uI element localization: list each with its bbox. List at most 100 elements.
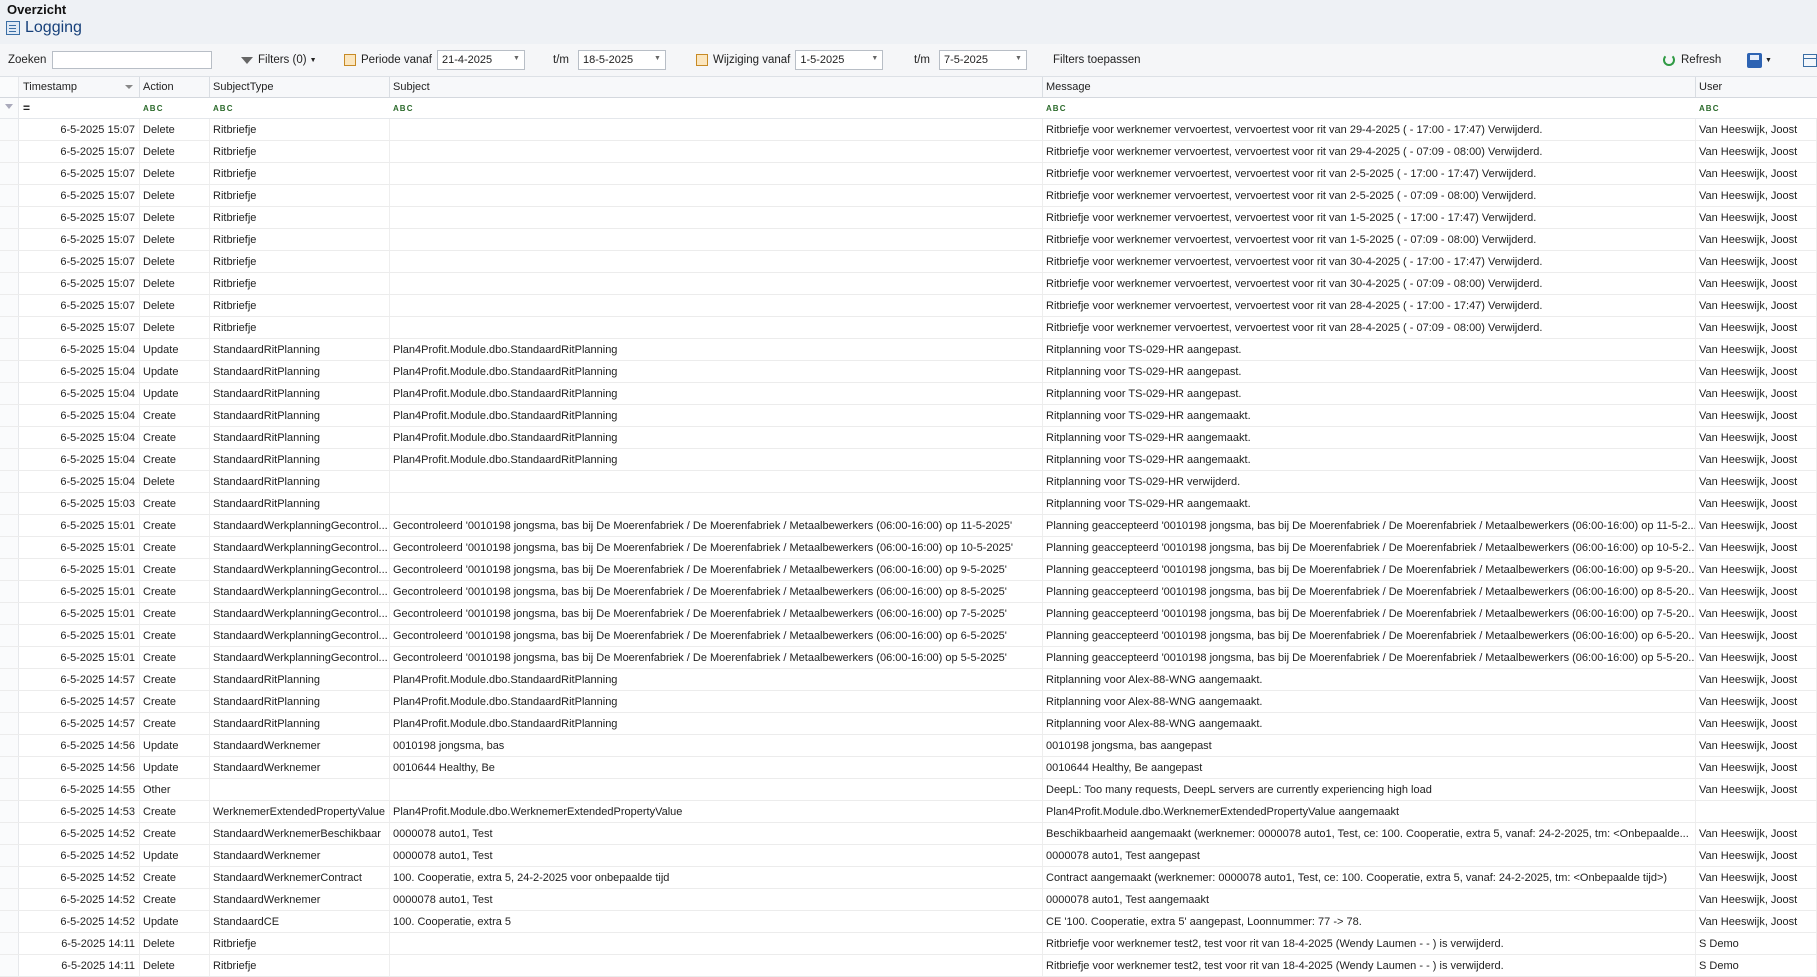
- row-indicator[interactable]: [0, 449, 19, 470]
- cell-action[interactable]: Update: [140, 361, 210, 382]
- cell-user[interactable]: Van Heeswijk, Joost: [1696, 405, 1817, 426]
- cell-subject[interactable]: [390, 185, 1043, 206]
- filter-cell-subjecttype[interactable]: A B C: [210, 98, 390, 118]
- row-indicator[interactable]: [0, 383, 19, 404]
- cell-timestamp[interactable]: 6-5-2025 14:56: [20, 757, 140, 778]
- cell-user[interactable]: Van Heeswijk, Joost: [1696, 691, 1817, 712]
- cell-action[interactable]: Create: [140, 889, 210, 910]
- cell-timestamp[interactable]: 6-5-2025 15:07: [20, 295, 140, 316]
- cell-timestamp[interactable]: 6-5-2025 15:04: [20, 361, 140, 382]
- column-header-timestamp[interactable]: Timestamp: [20, 77, 140, 97]
- row-indicator[interactable]: [0, 251, 19, 272]
- cell-action[interactable]: Update: [140, 845, 210, 866]
- cell-message[interactable]: 0000078 auto1, Test aangepast: [1043, 845, 1696, 866]
- cell-user[interactable]: Van Heeswijk, Joost: [1696, 251, 1817, 272]
- cell-action[interactable]: Delete: [140, 119, 210, 140]
- cell-user[interactable]: Van Heeswijk, Joost: [1696, 757, 1817, 778]
- cell-action[interactable]: Delete: [140, 229, 210, 250]
- cell-user[interactable]: Van Heeswijk, Joost: [1696, 471, 1817, 492]
- cell-action[interactable]: Create: [140, 493, 210, 514]
- table-row[interactable]: 6-5-2025 15:01 Create StandaardWerkplannin…: [0, 625, 1817, 647]
- cell-timestamp[interactable]: 6-5-2025 15:07: [20, 207, 140, 228]
- cell-message[interactable]: 0010644 Healthy, Be aangepast: [1043, 757, 1696, 778]
- cell-subjecttype[interactable]: Ritbriefje: [210, 141, 390, 162]
- cell-subject[interactable]: Gecontroleerd '0010198 jongsma, bas bij …: [390, 625, 1043, 646]
- row-indicator[interactable]: [0, 537, 19, 558]
- cell-timestamp[interactable]: 6-5-2025 15:04: [20, 339, 140, 360]
- cell-user[interactable]: Van Heeswijk, Joost: [1696, 537, 1817, 558]
- row-indicator[interactable]: [0, 339, 19, 360]
- cell-message[interactable]: Ritbriefje voor werknemer test2, test vo…: [1043, 955, 1696, 976]
- cell-subjecttype[interactable]: Ritbriefje: [210, 207, 390, 228]
- cell-subjecttype[interactable]: Ritbriefje: [210, 163, 390, 184]
- table-row[interactable]: 6-5-2025 14:55 Other DeepL: Too many reque…: [0, 779, 1817, 801]
- cell-subject[interactable]: 0010198 jongsma, bas: [390, 735, 1043, 756]
- cell-action[interactable]: Create: [140, 449, 210, 470]
- cell-user[interactable]: Van Heeswijk, Joost: [1696, 317, 1817, 338]
- column-chooser-button[interactable]: [1803, 44, 1817, 76]
- cell-user[interactable]: Van Heeswijk, Joost: [1696, 581, 1817, 602]
- cell-action[interactable]: Update: [140, 735, 210, 756]
- cell-subject[interactable]: 0000078 auto1, Test: [390, 889, 1043, 910]
- table-row[interactable]: 6-5-2025 14:52 Create StandaardWerknemer 00…: [0, 889, 1817, 911]
- cell-subject[interactable]: Gecontroleerd '0010198 jongsma, bas bij …: [390, 537, 1043, 558]
- save-menu-button[interactable]: ▼: [1747, 44, 1772, 76]
- cell-user[interactable]: Van Heeswijk, Joost: [1696, 779, 1817, 800]
- table-row[interactable]: 6-5-2025 14:52 Update StandaardCE 100. Coop…: [0, 911, 1817, 933]
- cell-message[interactable]: Planning geaccepteerd '0010198 jongsma, …: [1043, 559, 1696, 580]
- cell-subject[interactable]: [390, 273, 1043, 294]
- cell-message[interactable]: Ritbriefje voor werknemer vervoertest, v…: [1043, 251, 1696, 272]
- cell-action[interactable]: Delete: [140, 273, 210, 294]
- filter-cell-user[interactable]: A B C: [1696, 98, 1817, 118]
- cell-action[interactable]: Update: [140, 339, 210, 360]
- cell-user[interactable]: Van Heeswijk, Joost: [1696, 625, 1817, 646]
- cell-timestamp[interactable]: 6-5-2025 15:01: [20, 581, 140, 602]
- cell-subjecttype[interactable]: StandaardRitPlanning: [210, 471, 390, 492]
- cell-subject[interactable]: Plan4Profit.Module.dbo.StandaardRitPlann…: [390, 449, 1043, 470]
- table-row[interactable]: 6-5-2025 15:07 Delete Ritbriefje Ritbriefje…: [0, 163, 1817, 185]
- cell-user[interactable]: Van Heeswijk, Joost: [1696, 823, 1817, 844]
- cell-user[interactable]: Van Heeswijk, Joost: [1696, 383, 1817, 404]
- row-indicator[interactable]: [0, 295, 19, 316]
- row-indicator[interactable]: [0, 185, 19, 206]
- cell-subjecttype[interactable]: StandaardWerknemer: [210, 889, 390, 910]
- cell-action[interactable]: Create: [140, 801, 210, 822]
- cell-timestamp[interactable]: 6-5-2025 14:52: [20, 911, 140, 932]
- row-indicator[interactable]: [0, 757, 19, 778]
- cell-action[interactable]: Delete: [140, 955, 210, 976]
- cell-message[interactable]: Ritbriefje voor werknemer vervoertest, v…: [1043, 119, 1696, 140]
- cell-subjecttype[interactable]: StandaardWerknemer: [210, 845, 390, 866]
- row-indicator[interactable]: [0, 801, 19, 822]
- table-row[interactable]: 6-5-2025 14:52 Create StandaardWerknemerBe…: [0, 823, 1817, 845]
- cell-message[interactable]: Ritplanning voor TS-029-HR verwijderd.: [1043, 471, 1696, 492]
- cell-user[interactable]: Van Heeswijk, Joost: [1696, 603, 1817, 624]
- row-indicator[interactable]: [0, 933, 19, 954]
- cell-subjecttype[interactable]: StandaardWerkplanningGecontrol...: [210, 603, 390, 624]
- cell-message[interactable]: Ritbriefje voor werknemer vervoertest, v…: [1043, 163, 1696, 184]
- table-row[interactable]: 6-5-2025 15:04 Create StandaardRitPlanning…: [0, 405, 1817, 427]
- cell-subjecttype[interactable]: Ritbriefje: [210, 185, 390, 206]
- cell-message[interactable]: Planning geaccepteerd '0010198 jongsma, …: [1043, 647, 1696, 668]
- cell-subject[interactable]: Plan4Profit.Module.dbo.StandaardRitPlann…: [390, 339, 1043, 360]
- cell-subject[interactable]: Plan4Profit.Module.dbo.StandaardRitPlann…: [390, 427, 1043, 448]
- wijziging-from-field[interactable]: 1-5-2025 ▼: [795, 50, 884, 70]
- cell-subjecttype[interactable]: StandaardRitPlanning: [210, 713, 390, 734]
- cell-subject[interactable]: [390, 141, 1043, 162]
- row-indicator[interactable]: [0, 911, 19, 932]
- row-indicator[interactable]: [0, 603, 19, 624]
- cell-message[interactable]: Ritplanning voor Alex-88-WNG aangemaakt.: [1043, 691, 1696, 712]
- cell-user[interactable]: Van Heeswijk, Joost: [1696, 185, 1817, 206]
- cell-timestamp[interactable]: 6-5-2025 14:53: [20, 801, 140, 822]
- cell-action[interactable]: Create: [140, 559, 210, 580]
- table-row[interactable]: 6-5-2025 15:07 Delete Ritbriefje Ritbriefje…: [0, 207, 1817, 229]
- table-row[interactable]: 6-5-2025 15:04 Create StandaardRitPlanning…: [0, 449, 1817, 471]
- cell-message[interactable]: Ritplanning voor TS-029-HR aangemaakt.: [1043, 405, 1696, 426]
- cell-subjecttype[interactable]: Ritbriefje: [210, 295, 390, 316]
- cell-timestamp[interactable]: 6-5-2025 14:52: [20, 845, 140, 866]
- row-indicator[interactable]: [0, 493, 19, 514]
- cell-action[interactable]: Delete: [140, 295, 210, 316]
- cell-subject[interactable]: [390, 933, 1043, 954]
- row-indicator[interactable]: [0, 823, 19, 844]
- cell-subject[interactable]: Plan4Profit.Module.dbo.StandaardRitPlann…: [390, 691, 1043, 712]
- cell-action[interactable]: Create: [140, 537, 210, 558]
